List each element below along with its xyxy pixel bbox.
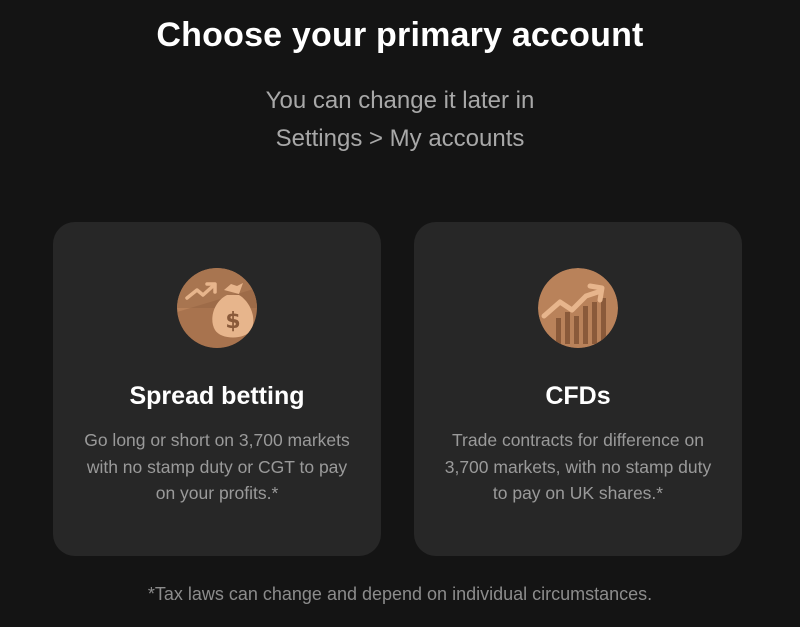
subtitle-line-1: You can change it later in xyxy=(265,87,535,114)
page-subtitle: You can change it later in Settings > My… xyxy=(0,82,800,158)
spread-betting-card[interactable]: $ Spread betting Go long or short on 3,7… xyxy=(53,222,381,556)
page-title: Choose your primary account xyxy=(156,16,644,54)
subtitle-line-2: Settings > My accounts xyxy=(275,125,525,152)
cfds-title: CFDs xyxy=(545,382,611,410)
cfds-description: Trade contracts for difference on 3,700 … xyxy=(444,430,712,503)
cfds-card[interactable]: CFDs Trade contracts for difference on 3… xyxy=(414,222,742,556)
spread-betting-title: Spread betting xyxy=(129,382,305,410)
spread-betting-description: Go long or short on 3,700 markets with n… xyxy=(84,430,350,503)
svg-text:$: $ xyxy=(225,309,240,334)
bar-chart-trend-icon xyxy=(538,268,618,348)
tax-footnote: *Tax laws can change and depend on indiv… xyxy=(147,584,653,604)
money-bag-trend-icon: $ xyxy=(177,268,257,348)
